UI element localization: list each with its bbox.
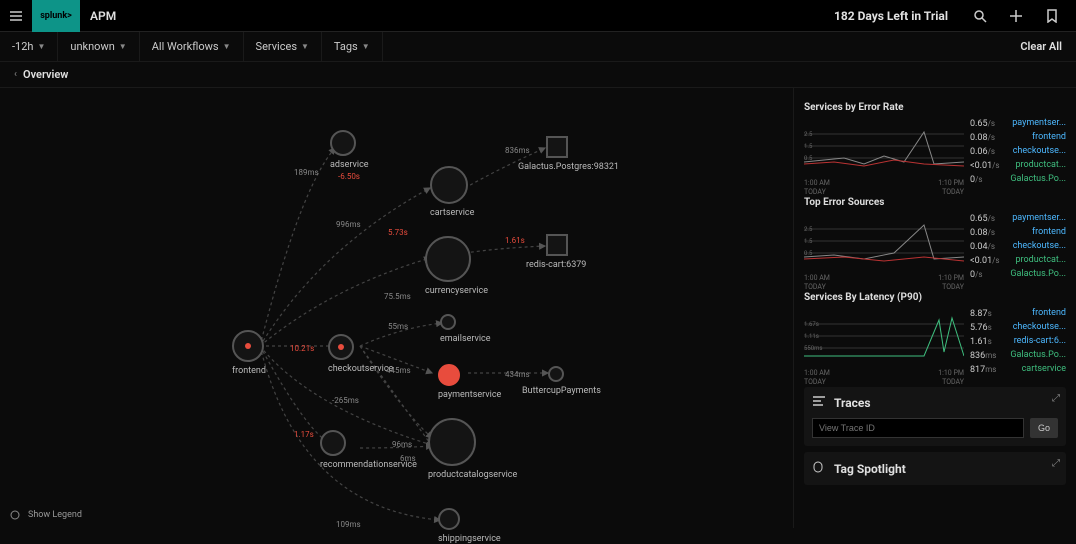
metric-row[interactable]: 0.06/scheckoutse...: [970, 145, 1066, 159]
edge-label: 445ms: [386, 366, 411, 375]
search-icon[interactable]: [966, 2, 994, 30]
svg-text:0.5: 0.5: [804, 250, 813, 257]
edge-label: 996ms: [336, 220, 361, 229]
metric-row[interactable]: <0.01/sproductcat...: [970, 159, 1066, 173]
topbar: splunk> APM 182 Days Left in Trial: [0, 0, 1076, 32]
tag-spotlight-title: Tag Spotlight: [834, 462, 906, 476]
edge-label: 10.21s: [290, 344, 314, 353]
node-galactus[interactable]: Galactus.Postgres:98321: [546, 136, 619, 172]
edge-label: 1.61s: [505, 236, 525, 245]
node-buttercup[interactable]: ButtercupPayments: [548, 366, 601, 396]
back-chevron-icon[interactable]: ‹: [14, 69, 17, 80]
env-filter[interactable]: unknown▼: [58, 32, 139, 62]
trace-id-input[interactable]: [812, 418, 1024, 438]
edge-label: -265ms: [332, 396, 359, 405]
node-redis[interactable]: redis-cart:6379: [546, 234, 586, 270]
node-cartservice[interactable]: cartservice: [430, 166, 474, 218]
splunk-logo[interactable]: splunk>: [32, 0, 80, 32]
edge-label: 189ms: [294, 168, 319, 177]
svg-text:1.11s: 1.11s: [804, 333, 819, 340]
metric-row[interactable]: 1.61sredis-cart:6...: [970, 335, 1066, 349]
edge-label: 6ms: [400, 454, 416, 463]
metric-row[interactable]: 8.87sfrontend: [970, 307, 1066, 321]
hamburger-menu[interactable]: [0, 0, 32, 32]
edge-label: 55ms: [388, 322, 408, 331]
metric-list-error-sources: 0.65/spaymentser...0.08/sfrontend0.04/sc…: [970, 212, 1066, 282]
node-recommendationservice[interactable]: recommendationservice: [320, 430, 417, 470]
app-title: APM: [90, 9, 116, 23]
metric-row[interactable]: 0.65/spaymentser...: [970, 117, 1066, 131]
svg-text:2.5: 2.5: [804, 131, 813, 138]
node-frontend[interactable]: frontend: [232, 330, 266, 376]
expand-icon[interactable]: ⤢: [1052, 458, 1060, 469]
metric-row[interactable]: 0.08/sfrontend: [970, 131, 1066, 145]
trial-banner: 182 Days Left in Trial: [824, 9, 958, 23]
tags-filter[interactable]: Tags▼: [322, 32, 383, 62]
node-checkoutservice[interactable]: checkoutservice: [328, 334, 393, 374]
edge-label: 836ms: [505, 146, 530, 155]
metric-row[interactable]: 0/sGalactus.Po...: [970, 268, 1066, 282]
node-emailservice[interactable]: emailservice: [440, 314, 491, 344]
node-currencyservice[interactable]: currencyservice: [425, 236, 488, 296]
services-filter[interactable]: Services▼: [244, 32, 322, 62]
metric-row[interactable]: 0.08/sfrontend: [970, 226, 1066, 240]
sparkline-latency[interactable]: 1.67s1.11s550ms 1:00 AM1:10 PM TODAYTODA…: [804, 307, 964, 365]
traces-panel: ⤢ Traces Go: [804, 387, 1066, 446]
panel-error-rate-title: Services by Error Rate: [804, 102, 1066, 113]
metric-row[interactable]: 817mscartservice: [970, 363, 1066, 377]
metric-row[interactable]: 5.76scheckoutse...: [970, 321, 1066, 335]
bookmark-icon[interactable]: [1038, 2, 1066, 30]
edge-label: 5.73s: [388, 228, 408, 237]
edge-label: 96ms: [392, 440, 412, 449]
node-productcatalogservice[interactable]: productcatalogservice: [428, 418, 517, 480]
node-paymentservice[interactable]: paymentservice: [438, 364, 501, 400]
traces-title: Traces: [834, 396, 871, 410]
node-adservice[interactable]: adservice: [330, 130, 369, 170]
sparkline-error-rate[interactable]: 2.51.50.5 1:00 AM1:10 PM TODAYTODAY: [804, 117, 964, 175]
filter-bar: -12h▼ unknown▼ All Workflows▼ Services▼ …: [0, 32, 1076, 62]
svg-text:1.67s: 1.67s: [804, 321, 819, 328]
node-shippingservice[interactable]: shippingservice: [438, 508, 501, 544]
edge-label: -6.50s: [338, 172, 360, 181]
metric-list-latency: 8.87sfrontend5.76scheckoutse...1.61sredi…: [970, 307, 1066, 377]
time-filter[interactable]: -12h▼: [0, 32, 58, 62]
edge-label: 1.17s: [294, 430, 314, 439]
svg-text:0.5: 0.5: [804, 155, 813, 162]
tag-icon: [812, 460, 826, 477]
metric-row[interactable]: <0.01/sproductcat...: [970, 254, 1066, 268]
traces-icon: [812, 395, 826, 410]
subheader: ‹ Overview: [0, 62, 1076, 88]
metric-row[interactable]: 0/sGalactus.Po...: [970, 173, 1066, 187]
clear-all[interactable]: Clear All: [1020, 40, 1076, 53]
svg-text:1.5: 1.5: [804, 143, 813, 150]
svg-text:1.5: 1.5: [804, 238, 813, 245]
go-button[interactable]: Go: [1030, 418, 1058, 438]
workflows-filter[interactable]: All Workflows▼: [140, 32, 244, 62]
edge-label: 75.5ms: [384, 292, 411, 301]
show-legend[interactable]: Show Legend: [10, 510, 82, 520]
tag-spotlight-panel: ⤢ Tag Spotlight: [804, 452, 1066, 485]
metric-row[interactable]: 836msGalactus.Po...: [970, 349, 1066, 363]
metric-row[interactable]: 0.04/scheckoutse...: [970, 240, 1066, 254]
panel-error-sources-title: Top Error Sources: [804, 197, 1066, 208]
sparkline-error-sources[interactable]: 2.51.50.5 1:00 AM1:10 PM TODAYTODAY: [804, 212, 964, 270]
side-panel: Services by Error Rate 2.51.50.5 1:00 AM…: [794, 88, 1076, 528]
svg-text:550ms: 550ms: [804, 345, 822, 352]
expand-icon[interactable]: ⤢: [1052, 393, 1060, 404]
service-map[interactable]: frontend adservice cartservice currencys…: [0, 88, 794, 528]
overview-link[interactable]: Overview: [23, 68, 68, 81]
panel-latency-title: Services By Latency (P90): [804, 292, 1066, 303]
metric-list-error-rate: 0.65/spaymentser...0.08/sfrontend0.06/sc…: [970, 117, 1066, 187]
add-icon[interactable]: [1002, 2, 1030, 30]
svg-text:2.5: 2.5: [804, 226, 813, 233]
metric-row[interactable]: 0.65/spaymentser...: [970, 212, 1066, 226]
edge-label: 434ms: [505, 370, 530, 379]
